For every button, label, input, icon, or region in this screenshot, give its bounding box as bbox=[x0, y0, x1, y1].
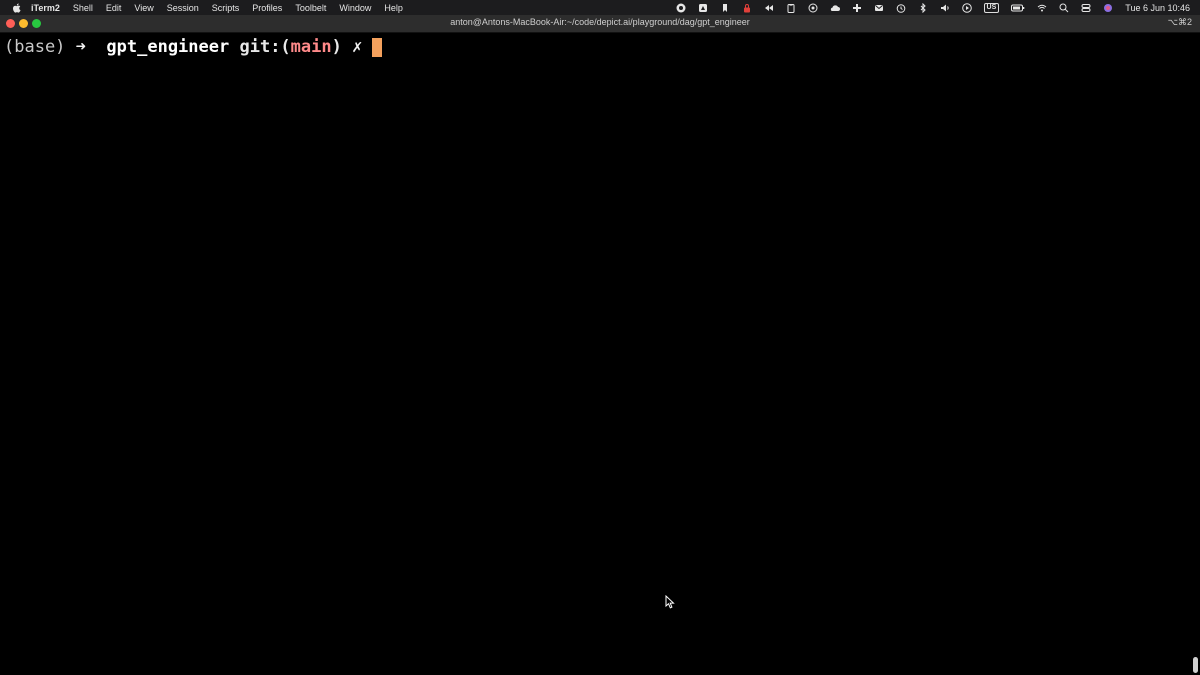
menu-toolbelt[interactable]: Toolbelt bbox=[295, 3, 326, 13]
rewind-icon[interactable] bbox=[764, 3, 774, 13]
conda-env: (base) bbox=[4, 37, 66, 57]
plus-icon[interactable] bbox=[852, 3, 862, 13]
bluetooth-icon[interactable] bbox=[918, 2, 928, 13]
siri-icon[interactable] bbox=[1103, 3, 1113, 13]
timer-icon[interactable] bbox=[896, 3, 906, 13]
battery-icon[interactable] bbox=[1011, 3, 1025, 13]
input-source-badge[interactable]: US bbox=[983, 2, 1000, 13]
clipboard-icon[interactable] bbox=[786, 3, 796, 13]
current-directory: gpt_engineer bbox=[106, 37, 230, 57]
lock-icon[interactable] bbox=[742, 3, 752, 13]
terminal-pane[interactable]: (base) ➜ gpt_engineer git:(main) ✗ bbox=[0, 33, 1200, 675]
git-dirty-marker: ✗ bbox=[352, 37, 363, 57]
wifi-icon[interactable] bbox=[1037, 3, 1047, 13]
menubar-clock[interactable]: Tue 6 Jun 10:46 bbox=[1125, 3, 1190, 13]
window-title: anton@Antons-MacBook-Air:~/code/depict.a… bbox=[450, 17, 750, 27]
menu-window[interactable]: Window bbox=[339, 3, 371, 13]
menu-edit[interactable]: Edit bbox=[106, 3, 122, 13]
menu-help[interactable]: Help bbox=[384, 3, 403, 13]
menu-scripts[interactable]: Scripts bbox=[212, 3, 240, 13]
menu-app-name[interactable]: iTerm2 bbox=[31, 3, 60, 13]
git-branch: main bbox=[290, 37, 332, 57]
menu-bar: iTerm2 Shell Edit View Session Scripts P… bbox=[0, 0, 1200, 15]
mail-icon[interactable] bbox=[874, 3, 884, 13]
drive-icon[interactable] bbox=[698, 3, 708, 13]
window-shortcut: ⌥⌘2 bbox=[1167, 17, 1192, 27]
apple-icon[interactable] bbox=[11, 2, 23, 14]
git-prefix: git:( bbox=[239, 37, 291, 57]
record-icon[interactable] bbox=[676, 3, 686, 13]
control-center-icon[interactable] bbox=[1081, 3, 1091, 13]
play-icon[interactable] bbox=[961, 2, 972, 13]
git-suffix: ) bbox=[331, 37, 342, 57]
terminal-cursor bbox=[372, 37, 383, 57]
menu-shell[interactable]: Shell bbox=[73, 3, 93, 13]
status-area: US Tue 6 Jun 10:46 bbox=[664, 0, 1190, 15]
prompt-arrow: ➜ bbox=[75, 37, 86, 57]
search-icon[interactable] bbox=[1059, 3, 1069, 13]
menu-session[interactable]: Session bbox=[167, 3, 199, 13]
password-icon[interactable] bbox=[808, 3, 818, 13]
scrollbar[interactable] bbox=[1193, 657, 1198, 673]
mouse-pointer-icon bbox=[665, 595, 675, 609]
shell-prompt: (base) ➜ gpt_engineer git:(main) ✗ bbox=[4, 36, 383, 58]
menu-view[interactable]: View bbox=[134, 3, 153, 13]
cloud-icon[interactable] bbox=[830, 3, 840, 13]
volume-icon[interactable] bbox=[940, 3, 950, 13]
menu-profiles[interactable]: Profiles bbox=[252, 3, 282, 13]
bookmark-icon[interactable] bbox=[720, 3, 730, 13]
window-titlebar[interactable]: anton@Antons-MacBook-Air:~/code/depict.a… bbox=[0, 15, 1200, 33]
